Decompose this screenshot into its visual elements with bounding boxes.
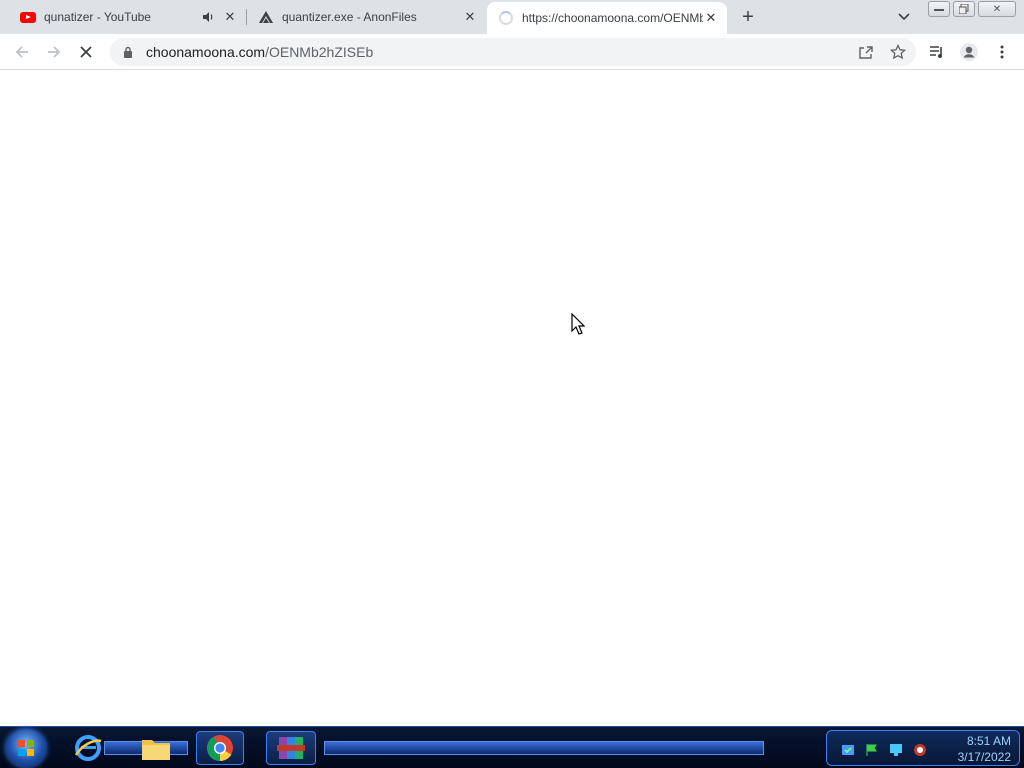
close-window-button[interactable]: ✕ (978, 1, 1016, 17)
tab-title: quantizer.exe - AnonFiles (282, 10, 417, 24)
minimize-button[interactable] (928, 1, 950, 17)
clock[interactable]: 8:51 AM 3/17/2022 (958, 733, 1011, 765)
stop-loading-icon[interactable] (74, 40, 98, 64)
url-text[interactable]: choonamoona.com/OENMb2hZISEb (146, 44, 373, 60)
taskbar-decoration (324, 741, 764, 755)
windows-taskbar: 8:51 AM 3/17/2022 (0, 726, 1024, 768)
restore-button[interactable] (953, 1, 975, 17)
system-tray: 8:51 AM 3/17/2022 (826, 730, 1020, 766)
youtube-icon (20, 9, 36, 25)
volume-icon[interactable] (913, 743, 927, 757)
url-domain: choonamoona.com (146, 44, 266, 60)
winrar-icon[interactable] (266, 731, 316, 765)
internet-explorer-icon[interactable] (68, 731, 108, 765)
tab-title: qunatizer - YouTube (44, 10, 151, 24)
tab-strip: qunatizer - YouTube ✕ quantizer.exe - An… (0, 0, 1024, 34)
speaker-icon[interactable] (200, 9, 216, 25)
back-arrow-icon[interactable] (10, 40, 34, 64)
loading-spinner-icon (498, 10, 514, 26)
mouse-cursor-icon (571, 312, 586, 340)
new-tab-button[interactable]: + (736, 5, 760, 29)
anonfiles-icon (258, 9, 274, 25)
clock-date: 3/17/2022 (957, 750, 1011, 764)
address-bar[interactable]: choonamoona.com/OENMb2hZISEb (110, 38, 916, 66)
flag-icon[interactable] (865, 743, 879, 757)
tab-anonfiles[interactable]: quantizer.exe - AnonFiles ✕ (246, 0, 486, 34)
clock-time: 8:51 AM (966, 734, 1011, 748)
url-path: /OENMb2hZISEb (265, 44, 374, 60)
tab-choonamoona[interactable]: https://choonamoona.com/OENMb2hZISEb ✕ (487, 2, 727, 34)
page-content-blank (0, 71, 1024, 726)
tab-search-icon[interactable] (894, 7, 914, 27)
tab-title: https://choonamoona.com/OENMb2hZISEb (522, 11, 703, 25)
lock-icon[interactable] (120, 46, 136, 58)
share-icon[interactable] (856, 42, 876, 62)
media-control-icon[interactable] (925, 40, 949, 64)
profile-avatar-icon[interactable] (957, 40, 981, 64)
tab-youtube[interactable]: qunatizer - YouTube ✕ (0, 0, 246, 34)
browser-toolbar: choonamoona.com/OENMb2hZISEb (0, 34, 1024, 70)
start-orb-icon[interactable] (6, 729, 46, 767)
security-shield-icon[interactable] (841, 743, 855, 757)
bookmark-star-icon[interactable] (888, 42, 908, 62)
forward-arrow-icon[interactable] (42, 40, 66, 64)
file-explorer-icon[interactable] (136, 731, 176, 765)
network-icon[interactable] (889, 743, 903, 757)
menu-kebab-icon[interactable] (990, 40, 1014, 64)
close-tab-icon[interactable]: ✕ (703, 10, 719, 26)
chrome-icon[interactable] (196, 731, 244, 765)
close-tab-icon[interactable]: ✕ (222, 9, 238, 25)
close-tab-icon[interactable]: ✕ (462, 9, 478, 25)
